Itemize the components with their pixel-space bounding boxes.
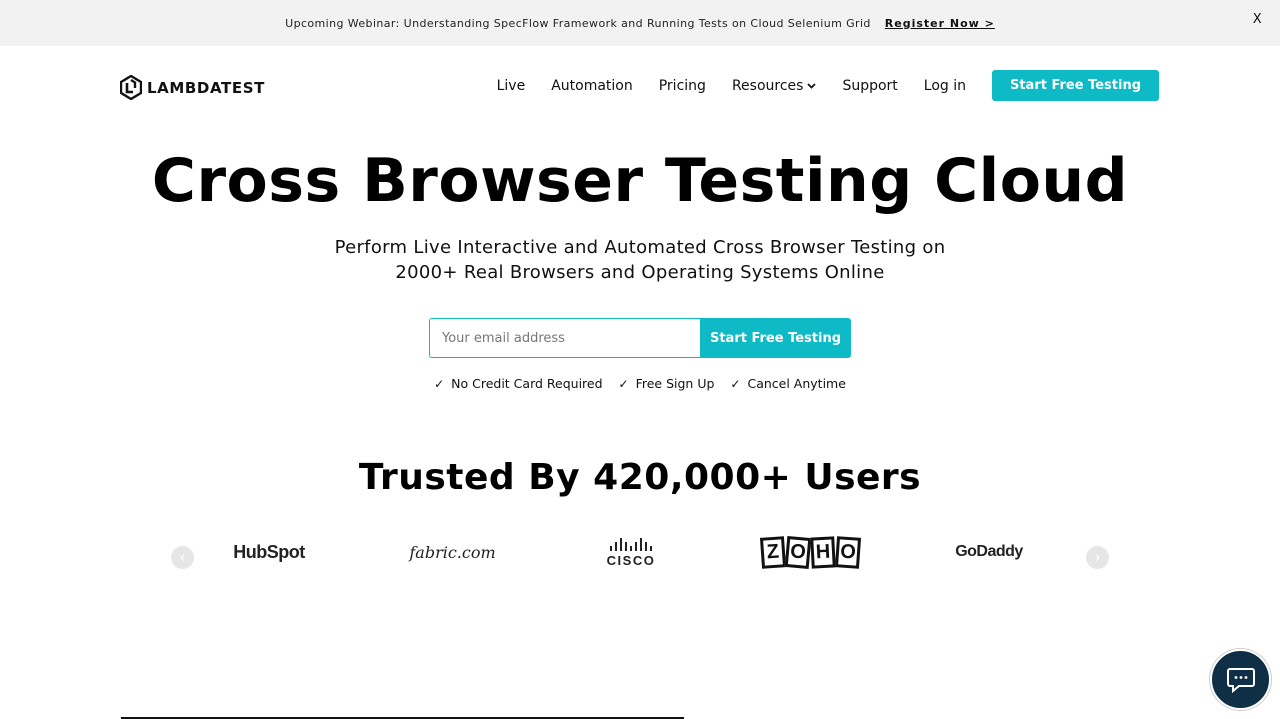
register-now-link[interactable]: Register Now > [885,17,995,30]
brand-carousel: ‹ HubSpot fabric.com CISCO Z O H O GoDad… [171,527,1109,587]
nav-item-live[interactable]: Live [497,78,526,94]
check-icon: ✓ [434,376,445,391]
zoho-letter: Z [759,535,786,569]
perk-item: ✓ Cancel Anytime [730,376,846,391]
perk-item: ✓ Free Sign Up [619,376,715,391]
nav-item-resources-label: Resources [731,77,804,94]
check-icon: ✓ [730,376,741,391]
nav-item-login[interactable]: Log in [924,78,966,94]
email-input[interactable] [429,318,700,358]
zoho-letter: H [809,535,836,569]
hubspot-logo: HubSpot [233,527,305,577]
main-nav: LAMBDATEST Live Automation Pricing Resou… [0,46,1280,126]
chat-widget-button[interactable] [1210,649,1271,710]
signup-perks: ✓ No Credit Card Required ✓ Free Sign Up… [0,376,1280,391]
nav-menu: Live Automation Pricing Resources Suppor… [497,70,1159,101]
nav-item-support[interactable]: Support [842,78,897,94]
hero-subtitle-line-2: 2000+ Real Browsers and Operating System… [395,262,885,283]
hero-subtitle-line-1: Perform Live Interactive and Automated C… [334,237,946,258]
perk-label: Free Sign Up [635,376,715,391]
lambdatest-logo[interactable]: LAMBDATEST [120,75,265,100]
chevron-left-icon: ‹ [179,549,186,566]
carousel-prev-button[interactable]: ‹ [171,546,194,569]
nav-item-automation[interactable]: Automation [551,78,633,94]
godaddy-logo: GoDaddy [949,527,1029,577]
fabric-logo: fabric.com [409,527,496,577]
logo-text: LAMBDATEST [147,78,265,97]
nav-start-free-testing-button[interactable]: Start Free Testing [992,70,1159,101]
perk-label: No Credit Card Required [451,376,603,391]
hero-title: Cross Browser Testing Cloud [151,146,1129,216]
chat-bubble-icon [1226,667,1255,693]
zoho-letter: O [784,535,811,569]
fabric-logo-text: fabric.com [409,542,496,562]
zoho-logo: Z O H O [757,527,863,577]
zoho-letter: O [834,535,861,569]
hero-subtitle: Perform Live Interactive and Automated C… [0,235,1280,285]
carousel-next-button[interactable]: › [1086,546,1109,569]
godaddy-logo-text: GoDaddy [955,543,1023,560]
start-free-testing-button[interactable]: Start Free Testing [700,318,851,358]
banner-text: Upcoming Webinar: Understanding SpecFlow… [285,16,871,30]
chevron-right-icon: › [1094,549,1101,566]
check-icon: ✓ [618,376,629,391]
perk-label: Cancel Anytime [747,376,846,391]
perk-item: ✓ No Credit Card Required [434,376,602,391]
signup-form: Start Free Testing [429,318,851,358]
trusted-title: Trusted By 420,000+ Users [358,457,922,498]
lambdatest-logo-icon [120,75,142,100]
webinar-banner: Upcoming Webinar: Understanding SpecFlow… [0,0,1280,46]
cisco-logo: CISCO [599,527,663,577]
hubspot-logo-text: HubSpot [233,541,305,562]
nav-item-resources[interactable]: Resources [732,78,817,94]
banner-close-button[interactable]: X [1253,12,1262,27]
cisco-bars-icon [609,537,654,551]
nav-item-pricing[interactable]: Pricing [659,78,706,94]
chevron-down-icon [807,82,817,89]
cisco-logo-text: CISCO [606,552,656,568]
